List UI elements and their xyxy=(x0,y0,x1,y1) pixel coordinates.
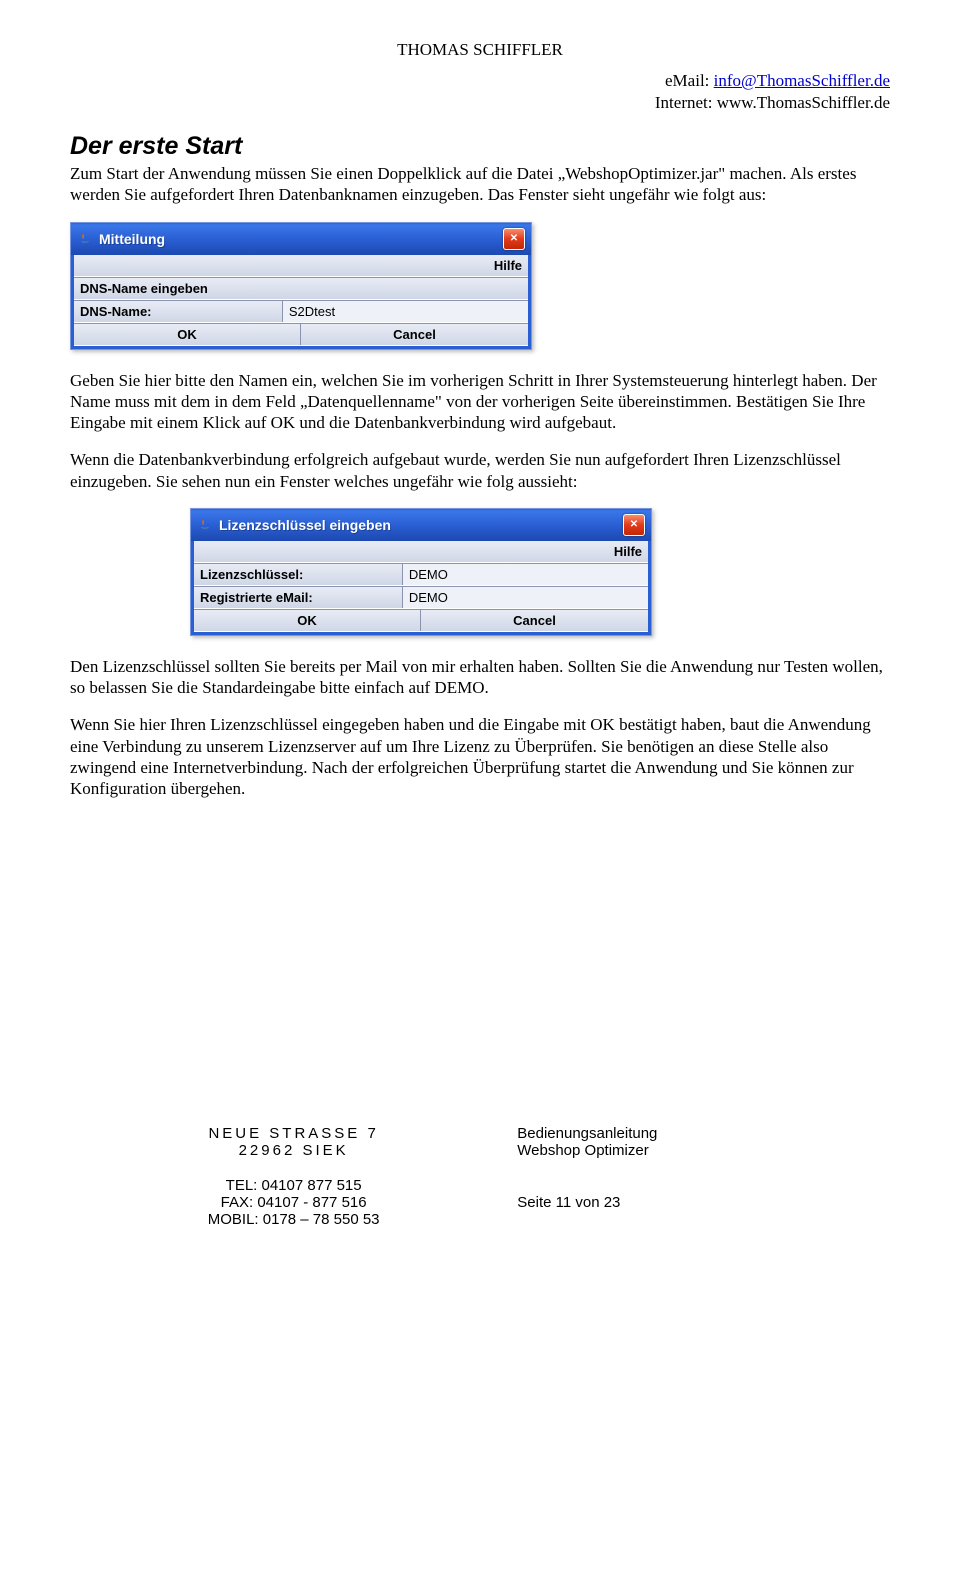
titlebar: Lizenzschlüssel eingeben ✕ xyxy=(191,509,651,541)
license-key-label: Lizenzschlüssel: xyxy=(194,564,403,585)
ok-button[interactable]: OK xyxy=(74,324,301,345)
paragraph-license-verify: Wenn Sie hier Ihren Lizenzschlüssel eing… xyxy=(70,714,890,799)
internet-label: Internet: www.ThomasSchiffler.de xyxy=(655,93,890,112)
license-key-input[interactable]: DEMO xyxy=(403,564,648,585)
titlebar: Mitteilung ✕ xyxy=(71,223,531,255)
footer-contact: TEL: 04107 877 515 FAX: 04107 - 877 516 … xyxy=(70,1177,890,1228)
dns-name-input[interactable]: S2Dtest xyxy=(283,301,528,322)
doc-title: Bedienungsanleitung xyxy=(517,1125,657,1142)
mobil: MOBIL: 0178 – 78 550 53 xyxy=(208,1211,380,1228)
tel: TEL: 04107 877 515 xyxy=(226,1177,362,1194)
registered-email-label: Registrierte eMail: xyxy=(194,587,403,608)
java-icon xyxy=(77,231,93,247)
email-label: eMail: xyxy=(665,71,714,90)
email-link[interactable]: info@ThomasSchiffler.de xyxy=(714,71,890,90)
page-number: Seite 11 von 23 xyxy=(517,1194,620,1211)
fax: FAX: 04107 - 877 516 xyxy=(221,1194,367,1211)
ok-button[interactable]: OK xyxy=(194,610,421,631)
close-icon[interactable]: ✕ xyxy=(623,514,645,536)
close-icon[interactable]: ✕ xyxy=(503,228,525,250)
section-heading: Der erste Start xyxy=(70,132,890,161)
footer-address: NEUE STRASSE 7 22962 SIEK Bedienungsanle… xyxy=(70,1125,890,1159)
java-icon xyxy=(197,517,213,533)
paragraph-dns-help: Geben Sie hier bitte den Namen ein, welc… xyxy=(70,370,890,434)
cancel-button[interactable]: Cancel xyxy=(421,610,648,631)
dialog-title: Lizenzschlüssel eingeben xyxy=(219,517,623,533)
cancel-button[interactable]: Cancel xyxy=(301,324,528,345)
dns-name-label: DNS-Name: xyxy=(74,301,283,322)
addr-line1: NEUE STRASSE 7 xyxy=(208,1125,378,1142)
dialog-heading: DNS-Name eingeben xyxy=(74,278,528,299)
dialog-mitteilung: Mitteilung ✕ Hilfe DNS-Name eingeben DNS… xyxy=(70,222,532,350)
help-menu[interactable]: Hilfe xyxy=(74,255,528,276)
help-menu[interactable]: Hilfe xyxy=(194,541,648,562)
paragraph-intro: Zum Start der Anwendung müssen Sie einen… xyxy=(70,163,890,206)
registered-email-input[interactable]: DEMO xyxy=(403,587,648,608)
doc-subtitle: Webshop Optimizer xyxy=(517,1142,648,1159)
dialog-title: Mitteilung xyxy=(99,231,503,247)
paragraph-license-demo: Den Lizenzschlüssel sollten Sie bereits … xyxy=(70,656,890,699)
author-name: THOMAS SCHIFFLER xyxy=(70,40,890,60)
paragraph-license-intro: Wenn die Datenbankverbindung erfolgreich… xyxy=(70,449,890,492)
addr-line2: 22962 SIEK xyxy=(239,1142,349,1159)
contact-block: eMail: info@ThomasSchiffler.de Internet:… xyxy=(70,70,890,114)
dialog-lizenz: Lizenzschlüssel eingeben ✕ Hilfe Lizenzs… xyxy=(190,508,652,636)
